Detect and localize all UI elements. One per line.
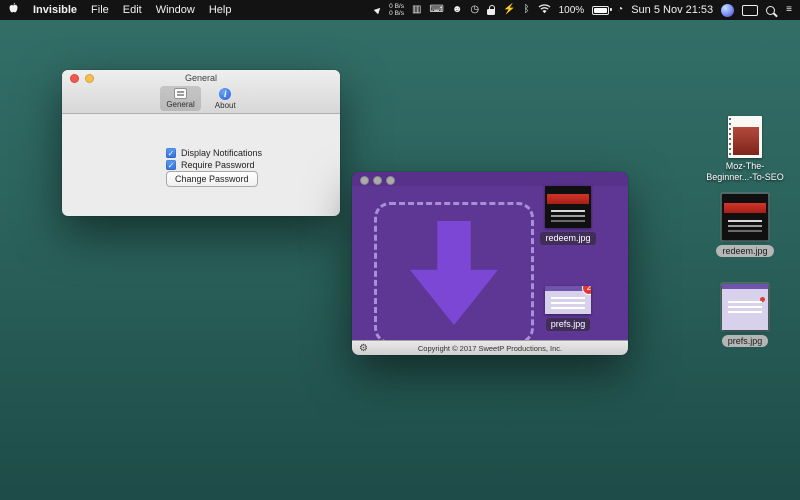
red-dot-icon: [760, 297, 765, 302]
toolbar-item-about[interactable]: i About: [209, 86, 242, 112]
gear-icon[interactable]: ⚙: [359, 342, 368, 355]
prefs-filename-label: prefs.jpg: [546, 318, 591, 331]
battery-icon[interactable]: [592, 6, 609, 15]
toolbar-item-general[interactable]: General: [160, 86, 200, 111]
spotlight-icon[interactable]: [766, 6, 775, 15]
desktop-icon-redeem[interactable]: redeem.jpg: [703, 192, 787, 257]
close-button[interactable]: [70, 74, 79, 83]
moz-label-line2: Beginner...-To-SEO: [706, 172, 784, 183]
menu-bar: Invisible File Edit Window Help ▶ 0 B/s …: [0, 0, 800, 20]
checkbox-display-notifications-label: Display Notifications: [181, 148, 262, 158]
redeem-thumbnail: [722, 194, 768, 240]
minimize-button[interactable]: [85, 74, 94, 83]
checkbox-checked-icon[interactable]: ✓: [166, 148, 176, 158]
info-icon: i: [219, 88, 231, 100]
apple-menu[interactable]: [8, 2, 19, 18]
download-arrow-icon: [410, 221, 498, 325]
checkbox-display-notifications[interactable]: ✓ Display Notifications: [166, 148, 262, 158]
general-preferences-window: General General i About ✓ Display Notifi…: [62, 70, 340, 216]
display-icon[interactable]: [742, 5, 758, 16]
checkbox-require-password[interactable]: ✓ Require Password: [166, 160, 255, 170]
menu-window[interactable]: Window: [156, 4, 195, 16]
network-speed-indicator[interactable]: 0 B/s 0 B/s: [389, 3, 404, 17]
bandwidth-graph-icon[interactable]: ▥: [412, 5, 421, 15]
redeem-filename-label: redeem.jpg: [716, 245, 773, 257]
toolbar-general-label: General: [166, 100, 194, 109]
menu-datetime[interactable]: Sun 5 Nov 21:53: [631, 4, 713, 16]
file-drop-target[interactable]: [374, 202, 534, 344]
menu-edit[interactable]: Edit: [123, 4, 142, 16]
history-clock-icon[interactable]: ◷: [470, 5, 479, 15]
notification-badge: 2: [582, 286, 591, 295]
bluetooth-icon[interactable]: ᛒ: [524, 5, 530, 15]
checkbox-require-password-label: Require Password: [181, 160, 255, 170]
desktop-icon-moz-pdf[interactable]: Moz-The- Beginner...-To-SEO: [703, 116, 787, 182]
prefs-thumbnail: [722, 284, 768, 330]
toolbar-about-label: About: [215, 101, 236, 110]
moz-document-label: Moz-The- Beginner...-To-SEO: [706, 161, 784, 182]
net-download-speed: 0 B/s: [389, 10, 404, 17]
preferences-toolbar: General i About: [62, 84, 340, 113]
window-header: General General i About: [62, 70, 340, 114]
selection-highlight: [720, 192, 770, 242]
user-icon[interactable]: ☻: [452, 5, 463, 15]
selection-highlight: [720, 282, 770, 332]
window-title: General: [62, 73, 340, 83]
redeem-thumbnail[interactable]: [545, 186, 591, 228]
siri-icon[interactable]: [721, 4, 734, 17]
invisible-drop-window: redeem.jpg 2 prefs.jpg ⚙ Copyright © 201…: [352, 172, 628, 355]
zoom-button[interactable]: [386, 176, 395, 185]
lock-icon[interactable]: [487, 9, 495, 15]
notification-center-icon[interactable]: ≡: [786, 5, 792, 15]
minimize-button[interactable]: [373, 176, 382, 185]
menu-help[interactable]: Help: [209, 4, 232, 16]
general-prefs-icon: [174, 88, 187, 99]
change-password-button[interactable]: Change Password: [166, 171, 258, 187]
keyboard-icon[interactable]: ⌨: [429, 5, 443, 15]
drop-window-body: redeem.jpg 2 prefs.jpg: [352, 186, 628, 340]
moz-label-line1: Moz-The-: [706, 161, 784, 172]
bolt-icon[interactable]: ⚡: [503, 5, 515, 15]
status-bar: ⚙ Copyright © 2017 SweetP Productions, I…: [352, 340, 628, 355]
close-button[interactable]: [360, 176, 369, 185]
menu-file[interactable]: File: [91, 4, 109, 16]
window-file-redeem[interactable]: redeem.jpg: [536, 186, 600, 245]
copyright-text: Copyright © 2017 SweetP Productions, Inc…: [352, 344, 628, 353]
desktop: Invisible File Edit Window Help ▶ 0 B/s …: [0, 0, 800, 500]
window-file-prefs[interactable]: 2 prefs.jpg: [536, 286, 600, 331]
window-titlebar: [352, 172, 628, 186]
battery-percent: 100%: [559, 5, 585, 16]
location-icon[interactable]: ▶: [372, 4, 383, 15]
desktop-icon-prefs[interactable]: prefs.jpg: [703, 282, 787, 347]
checkbox-checked-icon[interactable]: ✓: [166, 160, 176, 170]
app-menu-invisible[interactable]: Invisible: [33, 4, 77, 16]
prefs-filename-label: prefs.jpg: [722, 335, 769, 347]
prefs-thumbnail[interactable]: 2: [545, 286, 591, 314]
apple-logo-icon: [8, 2, 19, 15]
redeem-filename-label: redeem.jpg: [540, 232, 595, 245]
clock-menu-icon[interactable]: ◔: [617, 5, 623, 15]
moz-document-thumbnail: [728, 116, 762, 158]
net-upload-speed: 0 B/s: [389, 3, 404, 10]
wifi-icon[interactable]: [538, 4, 551, 17]
